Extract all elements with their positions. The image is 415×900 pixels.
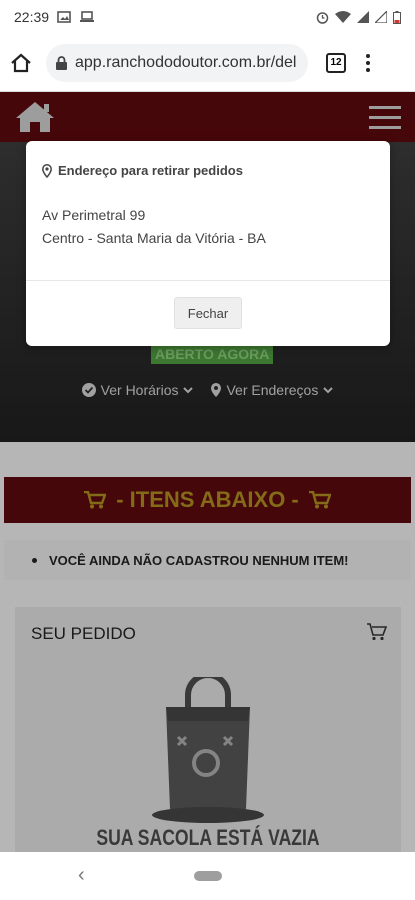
address-line-1: Av Perimetral 99 [42, 207, 146, 223]
modal-title: Endereço para retirar pedidos [58, 163, 243, 178]
home-pill-icon[interactable] [194, 871, 222, 881]
alarm-icon [316, 11, 329, 24]
modal-header: Endereço para retirar pedidos [42, 163, 243, 178]
battery-icon [393, 10, 401, 24]
laptop-notification-icon [80, 11, 95, 22]
address-bar[interactable]: app.ranchododoutor.com.br/del [46, 43, 308, 82]
clock: 22:39 [14, 9, 50, 25]
image-notification-icon [57, 11, 71, 23]
pickup-address-modal: Endereço para retirar pedidos Av Perimet… [26, 141, 390, 346]
browser-toolbar: app.ranchododoutor.com.br/del 12 [0, 34, 415, 92]
system-nav-bar: ‹ [0, 852, 415, 900]
modal-body: Av Perimetral 99 Centro - Santa Maria da… [42, 204, 266, 250]
close-button[interactable]: Fechar [174, 297, 242, 329]
lock-icon [56, 55, 67, 70]
signal-icon [357, 11, 369, 23]
url-text: app.ranchododoutor.com.br/del [75, 53, 297, 71]
signal-outline-icon [375, 11, 387, 23]
tab-switcher-button[interactable]: 12 [326, 52, 346, 73]
back-icon[interactable]: ‹ [78, 864, 85, 887]
modal-divider [26, 280, 390, 281]
status-bar: 22:39 [0, 0, 415, 34]
wifi-icon [335, 11, 351, 23]
address-line-2: Centro - Santa Maria da Vitória - BA [42, 230, 266, 246]
map-pin-icon [42, 163, 52, 178]
home-icon[interactable] [10, 53, 32, 73]
browser-menu-button[interactable] [366, 53, 370, 72]
